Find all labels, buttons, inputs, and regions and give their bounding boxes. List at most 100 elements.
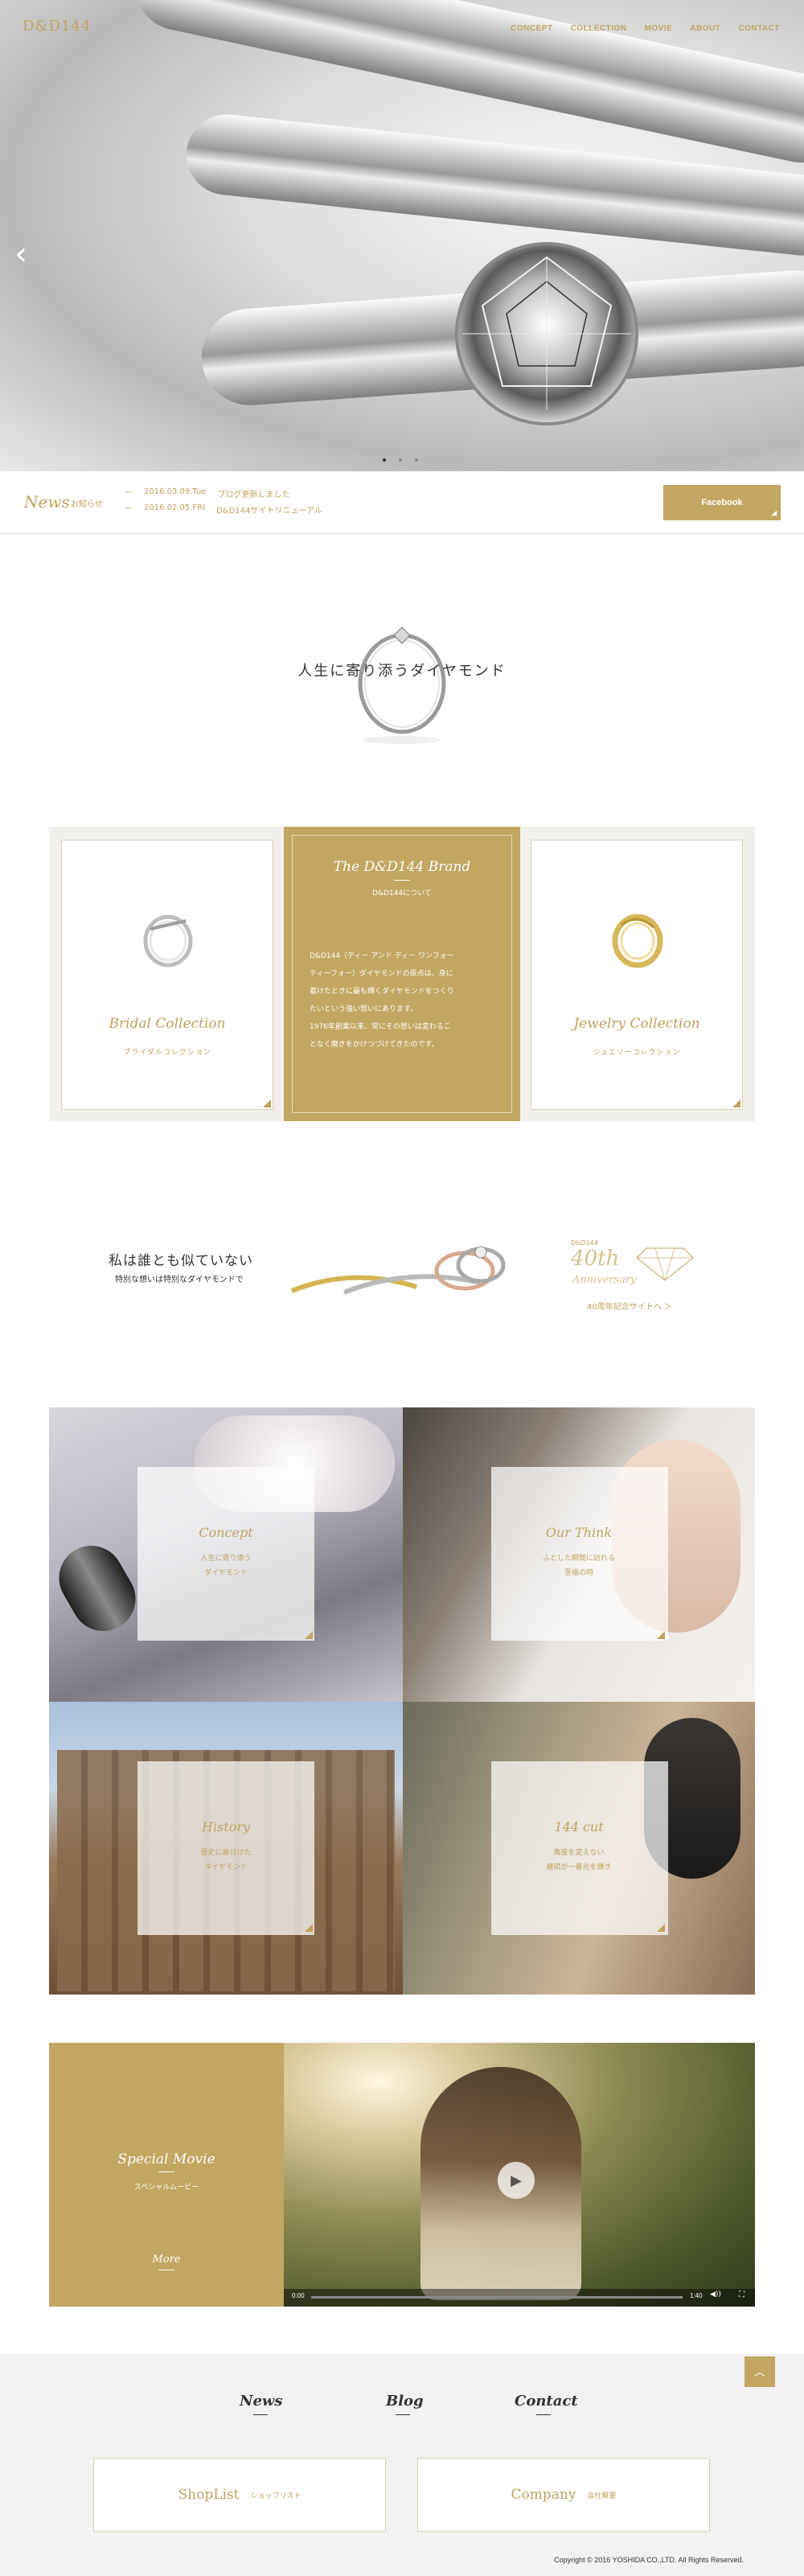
chevron-up-icon[interactable]: ︿ <box>745 2356 775 2387</box>
more-link[interactable]: More <box>49 2253 284 2266</box>
shoplist-sub: ショップリスト <box>250 2492 302 2500</box>
news-dash: — <box>125 487 133 496</box>
company-button[interactable]: Company 会社概要 <box>417 2458 710 2532</box>
corner-arrow-icon <box>657 1924 665 1932</box>
nav-movie[interactable]: MOVIE <box>645 24 673 33</box>
tile-line: 至福の時 <box>564 1569 593 1577</box>
brand-line: 着けたときに最も輝くダイヤモンドをつくり <box>310 988 454 996</box>
tile-line: 歴史に裏付けた <box>200 1849 252 1857</box>
site-logo[interactable]: D&D144 <box>23 18 91 35</box>
nav-collection[interactable]: COLLECTION <box>571 24 627 33</box>
news-text: D&D144サイトリニューアル <box>216 507 322 516</box>
slider-dot[interactable] <box>415 458 418 462</box>
concept-tile[interactable]: Concept 人生に寄り添う ダイヤモンド <box>49 1407 403 1702</box>
tile-line: ダイヤモンド <box>204 1863 248 1871</box>
slider-dot[interactable] <box>383 458 386 462</box>
news-date: 2016.02.05.FRI <box>144 503 206 512</box>
bridal-collection-card[interactable]: Bridal Collection ブライダルコレクション <box>61 840 273 1110</box>
play-icon[interactable]: ▶ <box>498 2162 535 2199</box>
fullscreen-icon[interactable]: ⛶ <box>739 2290 745 2299</box>
history-tile[interactable]: History 歴史に裏付けた ダイヤモンド <box>49 1702 403 1995</box>
corner-arrow-icon: ◢ <box>771 509 777 516</box>
divider <box>536 2414 551 2415</box>
tagline: 人生に寄り添うダイヤモンド <box>297 663 507 680</box>
nav-contact[interactable]: CONTACT <box>738 24 780 33</box>
divider <box>158 2171 174 2172</box>
main-nav: CONCEPT COLLECTION MOVIE ABOUT CONTACT <box>511 24 780 33</box>
jewelry-title: Jewelry Collection <box>573 1016 700 1032</box>
banner-headline: 私は誰とも似ていない <box>109 1253 253 1269</box>
news-item[interactable]: — 2016.03.09.Tue ブログ更新しました <box>125 487 290 499</box>
brand-title: The D&D144 Brand <box>333 859 471 875</box>
brand-line: たいという強い想いにあります。 <box>310 1005 418 1013</box>
our-think-tile[interactable]: Our Think ふとした瞬間に訪れる 至福の時 <box>403 1407 755 1702</box>
divider <box>394 880 410 881</box>
copyright: Copyright © 2016 YOSHIDA CO.,LTD. All Ri… <box>554 2556 744 2564</box>
divider <box>396 2414 410 2415</box>
corner-arrow-icon <box>657 1631 665 1639</box>
divider <box>253 2414 268 2415</box>
slider-dot[interactable] <box>399 458 402 462</box>
banner-subline: 特別な想いは特別なダイヤモンドで <box>115 1276 244 1284</box>
corner-arrow-icon <box>305 1924 313 1932</box>
tile-line: 人生に寄り添う <box>200 1555 252 1563</box>
footer-blog-link[interactable]: Blog <box>386 2393 424 2410</box>
144-cut-title: 144 cut <box>554 1819 604 1834</box>
tile-line: 継続が一番光を輝き <box>546 1863 612 1871</box>
brand-line: 1976年創業以来、常にその想いは変わるこ <box>310 1023 451 1031</box>
video-time-current: 0:00 <box>292 2292 305 2299</box>
company-title: Company <box>511 2487 576 2503</box>
movie-title: Special Movie <box>117 2151 215 2167</box>
volume-icon[interactable]: ◀)) <box>710 2290 721 2299</box>
diamond-image <box>455 242 638 425</box>
anniversary-site-link[interactable]: 40周年記念サイトへ ＞ <box>587 1300 672 1312</box>
chevron-left-icon[interactable]: ‹ <box>14 238 27 270</box>
footer-news-link[interactable]: News <box>240 2393 283 2410</box>
brand-line: D&D144（ディー アンド ディー ワンフォー <box>310 952 454 960</box>
corner-arrow-icon <box>263 1099 271 1107</box>
video-time-total: 1:40 <box>690 2292 703 2299</box>
movie-player[interactable]: ▶ 0:00 1:40 ◀)) ⛶ <box>284 2043 755 2307</box>
slider-pagination <box>383 458 418 462</box>
movie-panel: Special Movie スペシャルムービー More <box>49 2043 284 2307</box>
footer-contact-link[interactable]: Contact <box>515 2393 578 2410</box>
movie-subtitle: スペシャルムービー <box>133 2184 199 2192</box>
anniversary-number: 40th <box>571 1247 620 1271</box>
loupe-image <box>49 1534 148 1643</box>
news-item[interactable]: — 2016.02.05.FRI D&D144サイトリニューアル <box>125 503 322 516</box>
tile-line: ふとした瞬間に訪れる <box>542 1555 615 1563</box>
brand-line: となく磨きをかけつづけてきたのです。 <box>310 1041 439 1049</box>
history-title: History <box>201 1819 251 1834</box>
anniversary-label: Anniversary <box>572 1274 637 1286</box>
brand-subtitle: D&D144について <box>372 889 432 898</box>
brand-line: ティーフォー）ダイヤモンドの原点は、身に <box>310 970 453 978</box>
144-cut-tile[interactable]: 144 cut 角度を変えない 継続が一番光を輝き <box>403 1702 755 1995</box>
our-think-title: Our Think <box>545 1525 613 1540</box>
shoplist-button[interactable]: ShopList ショップリスト <box>93 2458 386 2532</box>
jewelry-subtitle: ジュエリーコレクション <box>593 1049 681 1057</box>
corner-arrow-icon <box>305 1631 313 1639</box>
hero-slider[interactable]: D&D144 CONCEPT COLLECTION MOVIE ABOUT CO… <box>0 0 804 471</box>
company-sub: 会社概要 <box>587 2492 617 2500</box>
corner-arrow-icon <box>732 1099 740 1107</box>
news-text: ブログ更新しました <box>217 491 290 499</box>
nav-concept[interactable]: CONCEPT <box>511 24 552 33</box>
news-dash: — <box>125 503 133 512</box>
bridal-ring-image <box>143 914 193 968</box>
bridal-title: Bridal Collection <box>109 1016 226 1032</box>
jewelry-collection-card[interactable]: Jewelry Collection ジュエリーコレクション <box>531 840 743 1110</box>
news-date: 2016.03.09.Tue <box>144 487 207 496</box>
nav-about[interactable]: ABOUT <box>690 24 720 33</box>
news-title: News <box>24 492 70 512</box>
bridal-subtitle: ブライダルコレクション <box>123 1049 211 1057</box>
facebook-button[interactable]: Facebook ◢ <box>663 485 781 520</box>
jewelry-ring-image <box>612 914 663 968</box>
news-subtitle: お知らせ <box>71 500 103 509</box>
tile-line: ダイヤモンド <box>204 1569 248 1577</box>
tile-line: 角度を変えない <box>553 1849 605 1857</box>
video-progress-bar[interactable] <box>311 2296 683 2299</box>
rings-image <box>290 1246 506 1295</box>
brand-card[interactable]: The D&D144 Brand D&D144について D&D144（ディー ア… <box>284 827 520 1121</box>
concept-title: Concept <box>199 1525 253 1540</box>
diamond-outline-icon <box>635 1247 695 1281</box>
